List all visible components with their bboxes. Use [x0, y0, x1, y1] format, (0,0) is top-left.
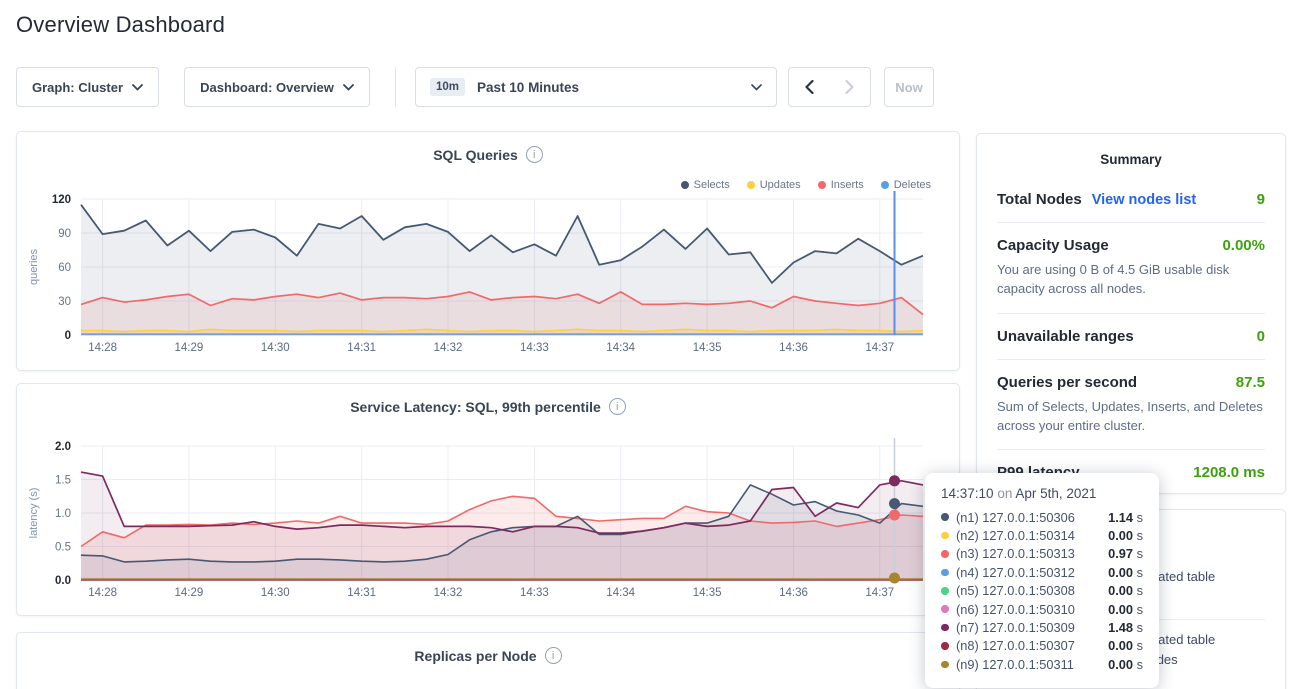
tooltip-node-row: (n6) 127.0.0.1:50310 0.00 s — [941, 600, 1143, 618]
service-latency-chart-card: Service Latency: SQL, 99th percentile i … — [16, 383, 960, 616]
tooltip-timestamp: 14:37:10 on Apr 5th, 2021 — [941, 486, 1143, 501]
svg-text:14:36: 14:36 — [779, 342, 808, 354]
summary-desc: You are using 0 B of 4.5 GiB usable disk… — [997, 261, 1265, 299]
replicas-per-node-chart-card: Replicas per Node i — [16, 632, 960, 689]
summary-label: Unavailable ranges — [997, 328, 1134, 345]
summary-label: Queries per second — [997, 374, 1137, 391]
page-title: Overview Dashboard — [16, 12, 225, 38]
svg-text:latency (s): latency (s) — [28, 488, 40, 539]
svg-text:14:28: 14:28 — [88, 587, 117, 599]
svg-text:60: 60 — [58, 262, 71, 274]
summary-value: 0 — [1257, 328, 1265, 345]
series-dot — [941, 642, 949, 650]
time-now-button[interactable]: Now — [884, 67, 934, 107]
summary-row: Total Nodes View nodes list 9 — [997, 177, 1265, 222]
series-dot — [941, 587, 949, 595]
summary-label: Capacity Usage — [997, 237, 1109, 254]
svg-text:0: 0 — [65, 330, 71, 342]
chart-hover-tooltip: 14:37:10 on Apr 5th, 2021 (n1) 127.0.0.1… — [925, 473, 1159, 688]
summary-value: 87.5 — [1236, 374, 1265, 391]
svg-text:2.0: 2.0 — [55, 441, 71, 453]
series-dot — [941, 532, 949, 540]
tooltip-node-row: (n5) 127.0.0.1:50308 0.00 s — [941, 582, 1143, 600]
svg-text:14:29: 14:29 — [175, 342, 204, 354]
now-button-label: Now — [895, 80, 922, 95]
summary-label: Total Nodes — [997, 191, 1082, 208]
svg-text:14:31: 14:31 — [347, 342, 376, 354]
tooltip-node-row: (n8) 127.0.0.1:50307 0.00 s — [941, 637, 1143, 655]
svg-text:queries: queries — [28, 248, 40, 285]
graph-dropdown[interactable]: Graph: Cluster — [16, 67, 159, 107]
time-range-label: Past 10 Minutes — [477, 80, 579, 95]
tooltip-node-row: (n4) 127.0.0.1:50312 0.00 s — [941, 563, 1143, 581]
svg-text:0.0: 0.0 — [55, 575, 71, 587]
time-range-dropdown[interactable]: 10m Past 10 Minutes — [415, 67, 777, 107]
tooltip-node-row: (n7) 127.0.0.1:50309 1.48 s — [941, 618, 1143, 636]
series-dot — [941, 513, 949, 521]
summary-value: 0.00% — [1222, 237, 1265, 254]
summary-row: Queries per second 87.5 Sum of Selects, Up… — [997, 359, 1265, 450]
series-dot — [941, 624, 949, 632]
summary-desc: Sum of Selects, Updates, Inserts, and De… — [997, 398, 1265, 436]
service-latency-chart[interactable]: 0.0 0.5 1.0 1.5 2.0 14:28 14:29 14:30 14:31 14:32… — [17, 384, 961, 617]
svg-text:14:37: 14:37 — [865, 587, 894, 599]
tooltip-node-row: (n1) 127.0.0.1:50306 1.14 s — [941, 508, 1143, 526]
chevron-down-icon — [132, 84, 143, 91]
summary-value: 1208.0 ms — [1193, 464, 1265, 481]
tooltip-node-row: (n9) 127.0.0.1:50311 0.00 s — [941, 655, 1143, 673]
svg-text:14:31: 14:31 — [347, 587, 376, 599]
svg-text:14:34: 14:34 — [606, 342, 635, 354]
series-dot — [941, 550, 949, 558]
overview-dashboard-page: Overview Dashboard Graph: Cluster Dashbo… — [0, 0, 1290, 689]
svg-text:14:30: 14:30 — [261, 587, 290, 599]
svg-text:14:28: 14:28 — [88, 342, 117, 354]
tooltip-node-row: (n2) 127.0.0.1:50314 0.00 s — [941, 526, 1143, 544]
svg-text:14:29: 14:29 — [175, 587, 204, 599]
chevron-down-icon — [343, 84, 354, 91]
series-dot — [941, 569, 949, 577]
sql-queries-chart[interactable]: 0 30 60 90 120 14:28 14:29 14:30 14:31 14:32 14:33… — [17, 132, 961, 372]
series-dot — [941, 661, 949, 669]
info-icon[interactable]: i — [545, 647, 562, 664]
series-dot — [941, 605, 949, 613]
svg-text:14:35: 14:35 — [693, 587, 722, 599]
svg-text:14:32: 14:32 — [434, 342, 463, 354]
summary-title: Summary — [977, 134, 1285, 167]
svg-text:14:32: 14:32 — [434, 587, 463, 599]
svg-text:14:36: 14:36 — [779, 587, 808, 599]
svg-text:120: 120 — [52, 194, 71, 206]
chevron-down-icon — [751, 84, 762, 91]
svg-text:14:30: 14:30 — [261, 342, 290, 354]
toolbar-divider — [395, 67, 396, 107]
summary-row: Unavailable ranges 0 — [997, 313, 1265, 359]
summary-row: Capacity Usage 0.00% You are using 0 B of … — [997, 222, 1265, 313]
svg-text:14:33: 14:33 — [520, 342, 549, 354]
view-nodes-link[interactable]: View nodes list — [1092, 192, 1197, 208]
sql-queries-chart-card: SQL Queries i SelectsUpdatesInsertsDelet… — [16, 131, 960, 371]
time-next-button[interactable] — [829, 67, 871, 107]
dashboard-dropdown-label: Dashboard: Overview — [200, 80, 334, 95]
replicas-chart-title: Replicas per Node — [414, 648, 536, 664]
tooltip-node-row: (n3) 127.0.0.1:50313 0.97 s — [941, 545, 1143, 563]
graph-dropdown-label: Graph: Cluster — [32, 80, 123, 95]
summary-value: 9 — [1257, 191, 1265, 208]
time-range-badge: 10m — [430, 78, 465, 96]
svg-text:0.5: 0.5 — [55, 542, 71, 554]
svg-text:14:35: 14:35 — [693, 342, 722, 354]
svg-text:14:33: 14:33 — [520, 587, 549, 599]
svg-text:90: 90 — [58, 228, 71, 240]
summary-rows: Total Nodes View nodes list 9 Capacity Usag… — [977, 167, 1285, 495]
summary-panel: Summary Total Nodes View nodes list 9 Capac… — [976, 133, 1286, 494]
svg-text:14:37: 14:37 — [865, 342, 894, 354]
svg-text:14:34: 14:34 — [606, 587, 635, 599]
svg-text:30: 30 — [58, 296, 71, 308]
time-prev-button[interactable] — [788, 67, 830, 107]
svg-text:1.0: 1.0 — [55, 508, 71, 520]
dashboard-dropdown[interactable]: Dashboard: Overview — [184, 67, 370, 107]
svg-text:1.5: 1.5 — [55, 475, 71, 487]
